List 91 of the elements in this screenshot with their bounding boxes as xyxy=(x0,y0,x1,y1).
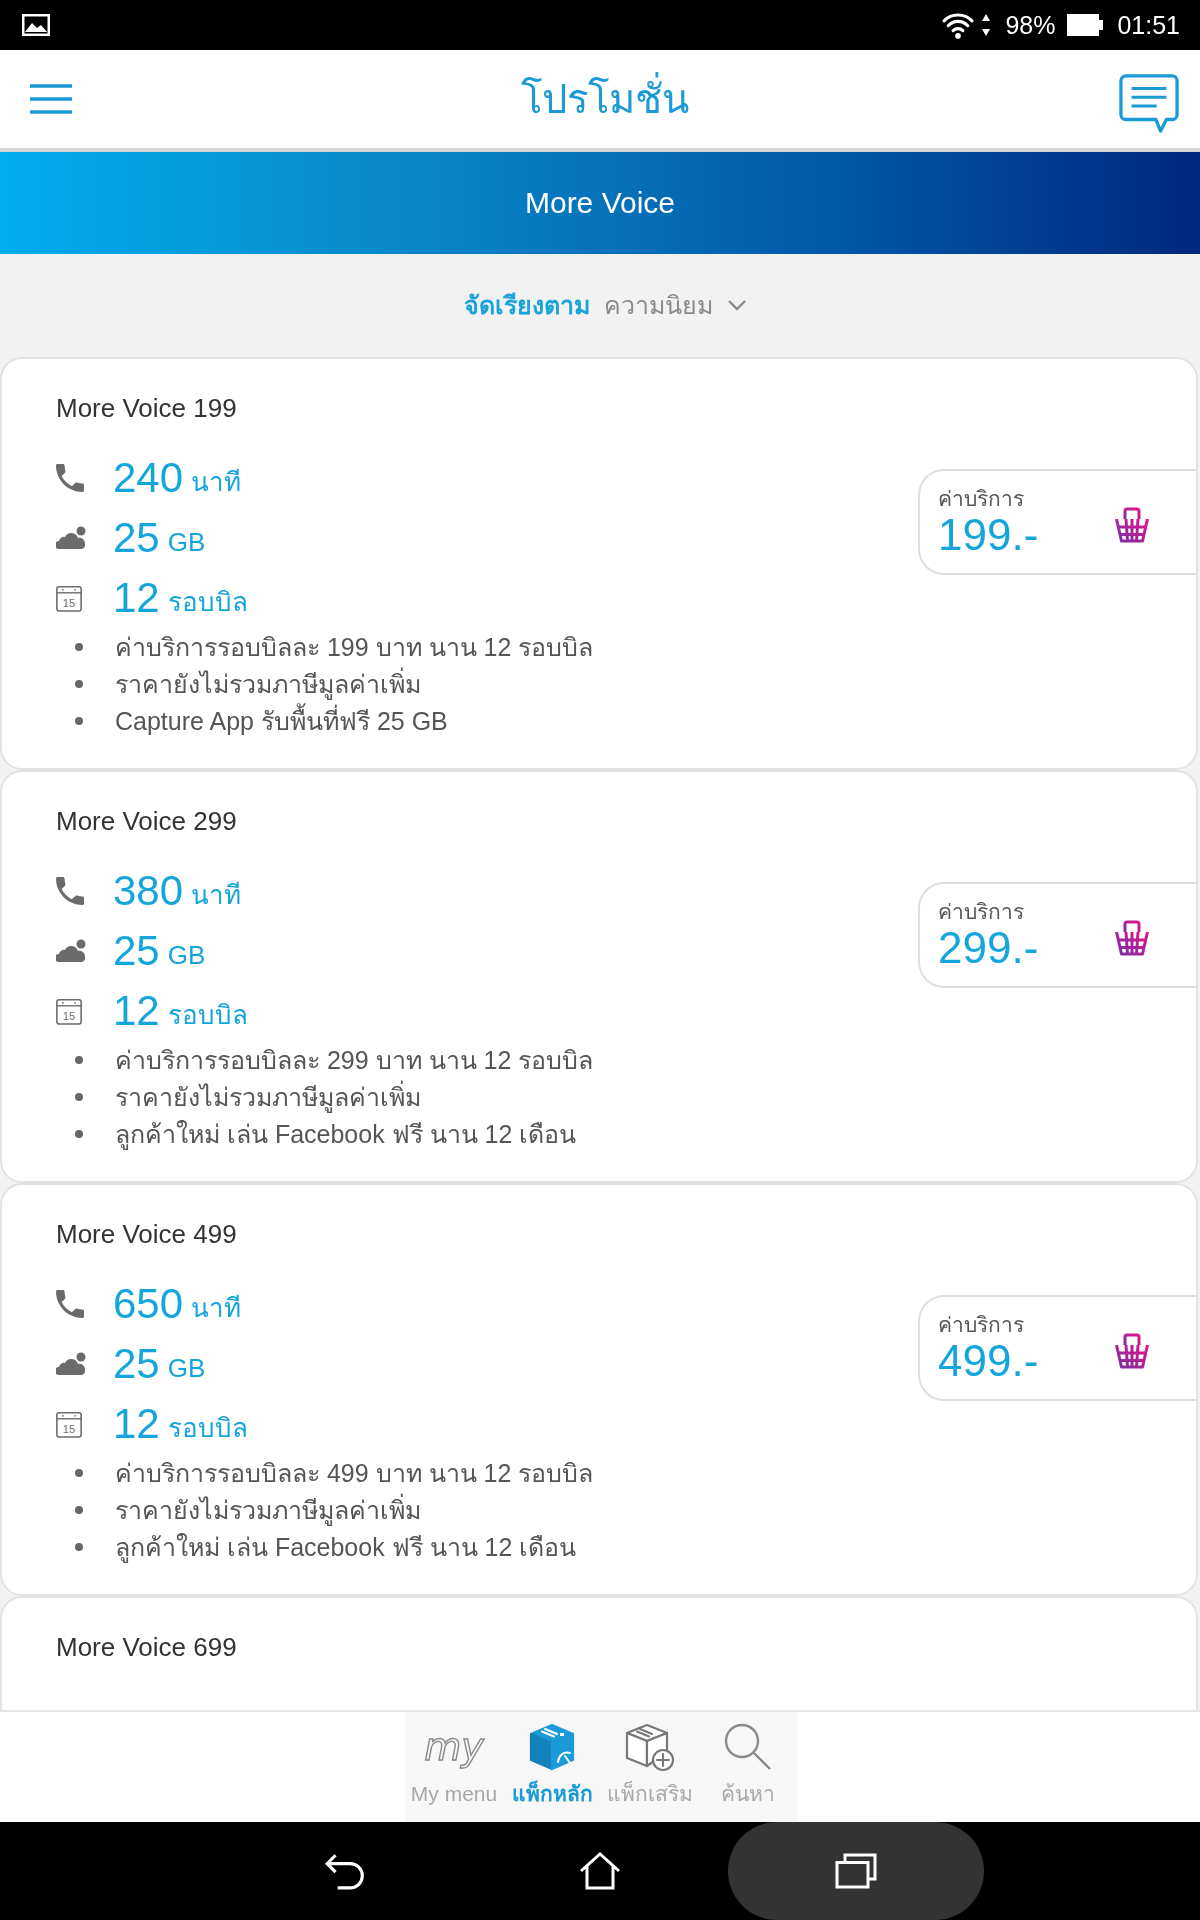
basket-icon xyxy=(1112,507,1152,543)
calendar-icon: 15 xyxy=(56,997,82,1025)
note-text: ค่าบริการรอบบิลละ 299 บาท นาน 12 รอบบิล xyxy=(115,1044,594,1076)
add-to-cart-button[interactable] xyxy=(1112,1333,1152,1369)
cloud-sun-icon xyxy=(56,1352,88,1376)
feature-amount: 380 xyxy=(113,867,184,915)
package-name: More Voice 499 xyxy=(56,1218,237,1250)
back-icon xyxy=(324,1852,366,1890)
bullet-icon xyxy=(75,1505,83,1514)
image-icon xyxy=(22,14,50,36)
feature-unit: รอบบิล xyxy=(167,586,248,618)
bullet-icon xyxy=(75,1055,83,1064)
note-text: Capture App รับพื้นที่ฟรี 25 GB xyxy=(115,704,448,737)
package-name: More Voice 299 xyxy=(56,805,237,837)
feature-amount: 12 xyxy=(113,1400,160,1448)
feature-unit: GB xyxy=(167,939,206,971)
calendar-icon: 15 xyxy=(56,584,82,612)
banner-title: More Voice xyxy=(524,185,676,221)
price-label: ค่าบริการ xyxy=(938,899,1024,925)
bullet-icon xyxy=(75,1542,83,1551)
bullet-icon xyxy=(75,642,83,651)
package-name: More Voice 699 xyxy=(56,1631,237,1663)
feature-unit: นาที xyxy=(191,466,242,498)
clock: 01:51 xyxy=(1117,10,1180,40)
nav-tab[interactable]: แพ็กเสริม xyxy=(601,1712,699,1822)
feature-amount: 240 xyxy=(113,454,184,502)
phone-icon xyxy=(56,464,84,492)
feature-unit: รอบบิล xyxy=(167,1412,248,1444)
package-card[interactable]: More Voice 299 380 นาที 25 GB 15 12 รอบบิล ค่าบริการรอบบิลละ 299 บาท นาน 12 รอบบิล ราคายังไม่รวมภาษีมูลค่าเพิ่ม ลูกค้าใหม่ เล่น Facebook ฟรี นาน 12 เดือน ค่าบริการ 299.- xyxy=(0,770,1198,1183)
nav-tab[interactable]: my My menu xyxy=(405,1712,503,1822)
cloud-sun-icon xyxy=(56,526,88,550)
battery-icon xyxy=(1067,14,1104,36)
note-text: ค่าบริการรอบบิลละ 499 บาท นาน 12 รอบบิล xyxy=(115,1457,594,1489)
bullet-icon xyxy=(75,716,83,725)
home-icon xyxy=(579,1852,621,1890)
feature-amount: 650 xyxy=(113,1280,184,1328)
cloud-sun-icon xyxy=(56,939,88,963)
basket-icon xyxy=(1112,920,1152,956)
battery-percent: 98% xyxy=(1005,10,1056,40)
nav-tab[interactable]: ค้นหา xyxy=(699,1712,797,1822)
bullet-icon xyxy=(75,1092,83,1101)
chat-button[interactable] xyxy=(1118,74,1180,134)
note-text: ราคายังไม่รวมภาษีมูลค่าเพิ่ม xyxy=(115,667,421,700)
price-amount: 499.- xyxy=(938,1338,1039,1384)
note-text: ราคายังไม่รวมภาษีมูลค่าเพิ่ม xyxy=(115,1493,421,1526)
data-arrows-icon xyxy=(981,13,992,37)
nav-tab[interactable]: แพ็กหลัก xyxy=(503,1712,601,1822)
chat-icon xyxy=(1118,74,1180,134)
package-card[interactable]: More Voice 199 240 นาที 25 GB 15 12 รอบบิล ค่าบริการรอบบิลละ 199 บาท นาน 12 รอบบิล ราคายังไม่รวมภาษีมูลค่าเพิ่ม Capture App รับพื้นที่ฟรี 25 GB ค่าบริการ 199.- xyxy=(0,357,1198,770)
feature-unit: GB xyxy=(167,526,206,558)
package-box-icon xyxy=(527,1722,577,1772)
feature-unit: GB xyxy=(167,1352,206,1384)
note-text: ลูกค้าใหม่ เล่น Facebook ฟรี นาน 12 เดือน xyxy=(115,1118,577,1150)
bullet-icon xyxy=(75,1129,83,1138)
chevron-down-icon xyxy=(726,298,747,311)
feature-unit: รอบบิล xyxy=(167,999,248,1031)
sort-dropdown[interactable]: ความนิยม xyxy=(603,288,747,321)
basket-icon xyxy=(1112,1333,1152,1369)
my-logo-icon: my xyxy=(424,1722,484,1772)
price-amount: 299.- xyxy=(938,925,1039,971)
sort-label: จัดเรียงตาม xyxy=(463,289,590,321)
package-card[interactable]: More Voice 499 650 นาที 25 GB 15 12 รอบบิล ค่าบริการรอบบิลละ 499 บาท นาน 12 รอบบิล ราคายังไม่รวมภาษีมูลค่าเพิ่ม ลูกค้าใหม่ เล่น Facebook ฟรี นาน 12 เดือน ค่าบริการ 499.- xyxy=(0,1183,1198,1596)
recents-icon xyxy=(835,1852,877,1890)
bullet-icon xyxy=(75,1468,83,1477)
search-icon xyxy=(723,1722,773,1772)
feature-amount: 12 xyxy=(113,574,160,622)
note-text: ลูกค้าใหม่ เล่น Facebook ฟรี นาน 12 เดือน xyxy=(115,1531,577,1563)
price-label: ค่าบริการ xyxy=(938,486,1024,512)
add-to-cart-button[interactable] xyxy=(1112,920,1152,956)
phone-icon xyxy=(56,877,84,905)
feature-amount: 12 xyxy=(113,987,160,1035)
feature-amount: 25 xyxy=(113,927,160,975)
bullet-icon xyxy=(75,679,83,688)
price-amount: 199.- xyxy=(938,512,1039,558)
feature-amount: 25 xyxy=(113,514,160,562)
package-name: More Voice 199 xyxy=(56,392,237,424)
menu-icon xyxy=(30,84,72,114)
note-text: ค่าบริการรอบบิลละ 199 บาท นาน 12 รอบบิล xyxy=(115,631,594,663)
phone-icon xyxy=(56,1290,84,1318)
price-label: ค่าบริการ xyxy=(938,1312,1024,1338)
feature-amount: 25 xyxy=(113,1340,160,1388)
add-to-cart-button[interactable] xyxy=(1112,507,1152,543)
calendar-icon: 15 xyxy=(56,1410,82,1438)
wifi-icon xyxy=(941,11,976,39)
page-title: โปรโมชั่น xyxy=(521,71,689,127)
feature-unit: นาที xyxy=(191,1292,242,1324)
package-card[interactable]: More Voice 699 xyxy=(0,1596,1198,1710)
note-text: ราคายังไม่รวมภาษีมูลค่าเพิ่ม xyxy=(115,1080,421,1113)
feature-unit: นาที xyxy=(191,879,242,911)
menu-button[interactable] xyxy=(30,84,72,114)
box-plus-icon xyxy=(625,1722,675,1772)
